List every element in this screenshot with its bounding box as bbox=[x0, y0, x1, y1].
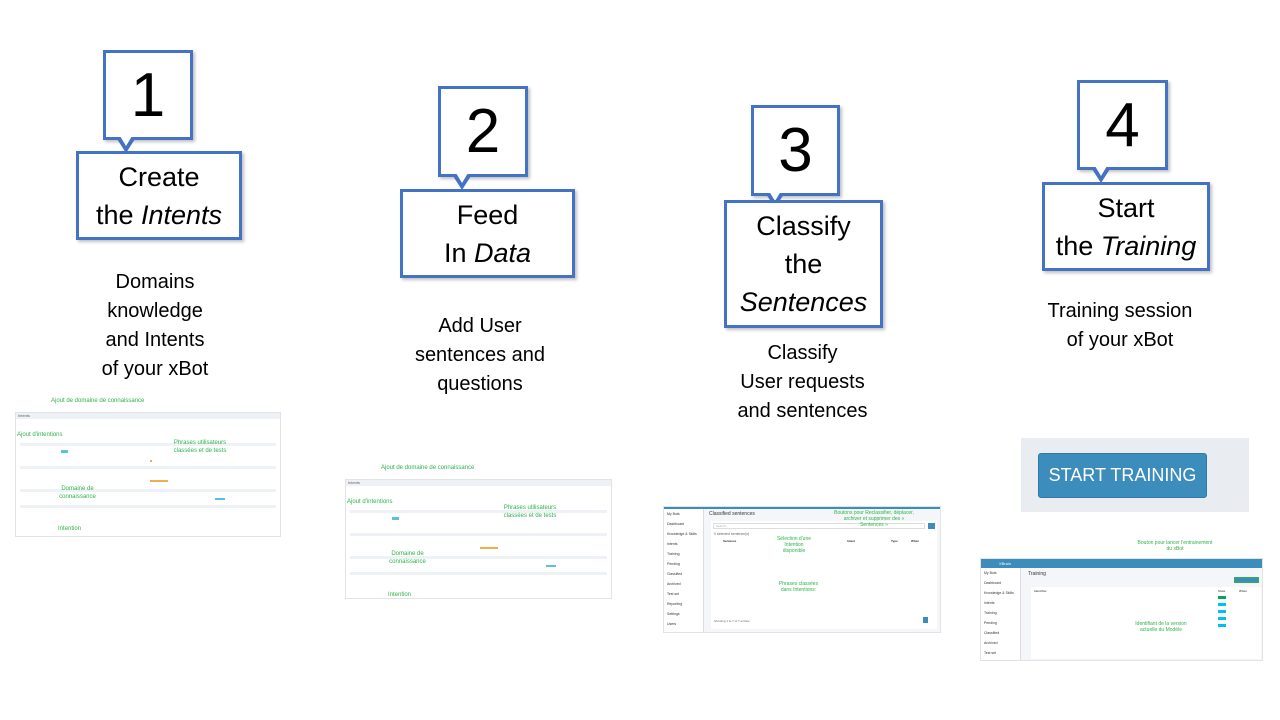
step-2-line2: In bbox=[443, 237, 474, 268]
step-3-caption: Classify User requests and sentences bbox=[737, 342, 868, 422]
step-2-italic: Data bbox=[473, 237, 532, 268]
annotation: Phrases utilisateurs classées et de test… bbox=[173, 440, 227, 454]
step-1-label: Create the Intents bbox=[76, 151, 242, 240]
step-4-line2: the bbox=[1055, 230, 1101, 261]
annotation: Domaine de connaissance bbox=[389, 551, 426, 565]
step-3-label: Classify the Sentences bbox=[724, 200, 883, 328]
intents-screenshot-1: Ajout de domaine de connaissance Intents… bbox=[15, 395, 281, 540]
search-button[interactable] bbox=[928, 523, 935, 529]
thumb-title: Intents bbox=[16, 413, 280, 419]
step-4-italic: Training bbox=[1100, 230, 1197, 261]
annotation: Ajout de domaine de connaissance bbox=[51, 398, 145, 404]
annotation: Ajout d'intentions bbox=[347, 499, 393, 505]
annotation: Ajout de domaine de connaissance bbox=[381, 465, 475, 471]
step-4-caption: Training session of your xBot bbox=[1047, 300, 1193, 351]
step-2-label: Feed In Data bbox=[400, 189, 575, 278]
step-3-line1: Classify bbox=[756, 211, 851, 241]
start-training-panel: START TRAINING bbox=[1021, 438, 1249, 512]
step-2-number: 2 bbox=[438, 86, 528, 177]
annotation: Intention bbox=[58, 526, 82, 532]
annotation: Intention bbox=[388, 592, 412, 598]
step-3-line1b: the bbox=[784, 249, 823, 279]
annotation: Domaine de connaissance bbox=[59, 486, 96, 500]
callout-tail bbox=[453, 173, 471, 190]
step-3-italic: Sentences bbox=[739, 287, 868, 317]
step-4-label: Start the Training bbox=[1042, 182, 1210, 271]
thumb-title: Classified sentences bbox=[709, 511, 755, 517]
callout-tail bbox=[1092, 166, 1110, 183]
step-2-caption: Add User sentences and questions bbox=[414, 315, 546, 395]
intents-screenshot-2: Ajout de domaine de connaissance Intents… bbox=[345, 462, 612, 602]
annotation: Identifiant de la version actuelle du Mo… bbox=[1135, 621, 1187, 633]
step-1-italic: Intents bbox=[140, 199, 223, 230]
app-header: XBrain bbox=[981, 559, 1262, 568]
annotation: Sélection d'une Intention disponible bbox=[776, 536, 812, 554]
start-training-mini-button[interactable] bbox=[1234, 577, 1259, 583]
annotation: Bouton pour lancer l'entrainement du xBo… bbox=[1137, 540, 1213, 552]
start-training-button[interactable]: START TRAINING bbox=[1038, 453, 1207, 498]
training-screenshot: Bouton pour lancer l'entrainement du xBo… bbox=[975, 538, 1265, 663]
annotation: Boutons pour Reclassifier, déplacer, arc… bbox=[834, 510, 914, 528]
step-1-number: 1 bbox=[103, 50, 193, 140]
step-4-line1: Start bbox=[1097, 192, 1155, 223]
step-1-line2: the bbox=[95, 199, 141, 230]
step-2-line1: Feed bbox=[456, 199, 519, 230]
step-4-number: 4 bbox=[1077, 80, 1168, 170]
annotation: Phrases utilisateurs classées et de test… bbox=[503, 505, 557, 519]
annotation: Ajout d'intentions bbox=[17, 432, 63, 438]
annotation: Phrases classées dans Intentions: bbox=[778, 581, 819, 593]
step-1-caption: Domains knowledge and Intents of your xBot bbox=[101, 271, 209, 380]
thumb-title: Intents bbox=[346, 480, 611, 486]
step-1-line1: Create bbox=[118, 161, 200, 192]
step-3-number: 3 bbox=[751, 105, 840, 196]
classified-screenshot: My Bots Dashboard Knowledge & Skills Intent… bbox=[663, 506, 941, 633]
